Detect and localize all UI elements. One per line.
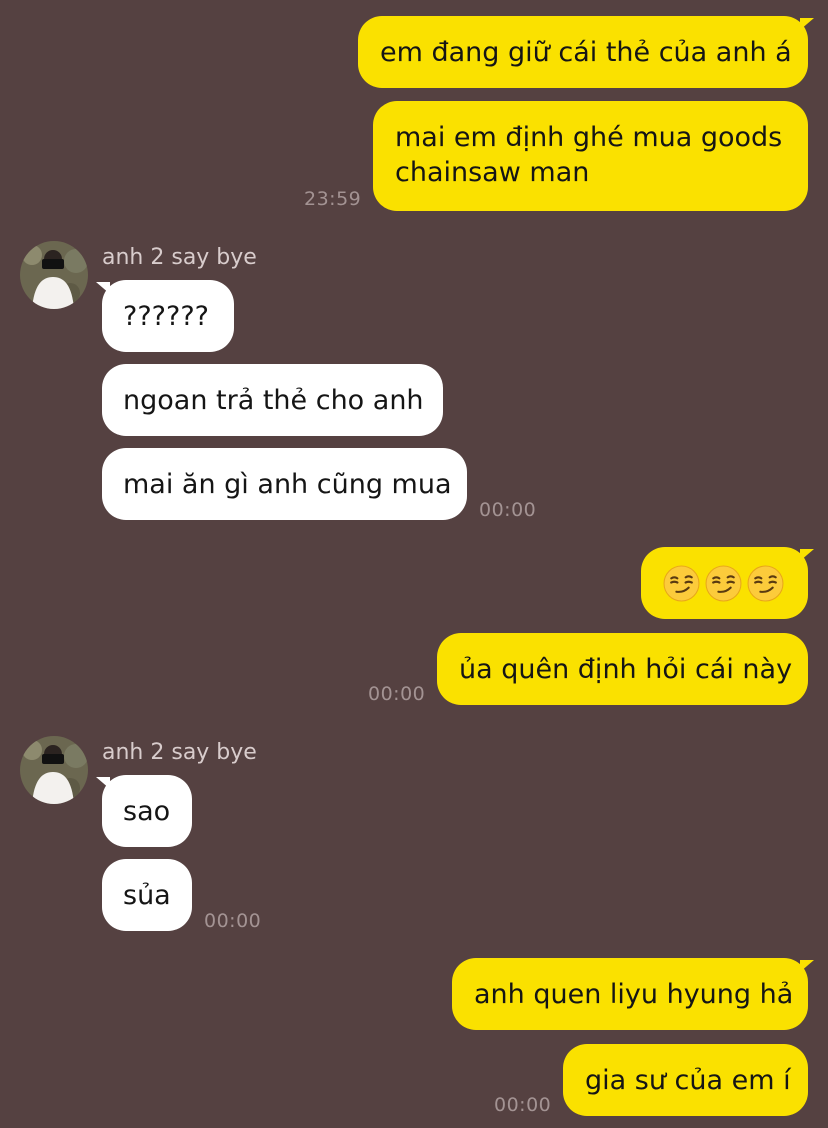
sender-name: anh 2 say bye: [102, 740, 257, 765]
contact-avatar[interactable]: [20, 241, 88, 309]
message-text: ngoan trả thẻ cho anh: [123, 384, 424, 416]
smirking-face-icon: [747, 565, 784, 602]
message-timestamp: 23:59: [304, 188, 362, 210]
outgoing-message[interactable]: mai em định ghé mua goods chainsaw man: [373, 101, 808, 211]
outgoing-message[interactable]: anh quen liyu hyung hả: [452, 958, 814, 1030]
incoming-message[interactable]: ??????: [96, 280, 234, 352]
smirking-face-icon: [663, 565, 700, 602]
incoming-message[interactable]: ngoan trả thẻ cho anh: [102, 364, 443, 436]
message-text: em đang giữ cái thẻ của anh á: [380, 36, 792, 68]
message-text: ??????: [123, 300, 209, 332]
message-timestamp: 00:00: [368, 683, 426, 705]
message-timestamp: 00:00: [479, 499, 537, 521]
outgoing-emoji-message[interactable]: [641, 547, 814, 619]
sender-name: anh 2 say bye: [102, 245, 257, 270]
avatar-photo: [20, 736, 88, 804]
message-text: anh quen liyu hyung hả: [474, 978, 794, 1010]
outgoing-message[interactable]: gia sư của em í: [563, 1044, 808, 1116]
message-text: ủa quên định hỏi cái này: [459, 653, 793, 685]
message-text: mai em định ghé mua goods chainsaw man: [395, 122, 783, 188]
outgoing-message[interactable]: ủa quên định hỏi cái này: [437, 633, 808, 705]
message-text: sao: [123, 795, 171, 827]
message-text: mai ăn gì anh cũng mua: [123, 468, 452, 500]
avatar-photo: [20, 241, 88, 309]
incoming-message[interactable]: sủa: [102, 859, 192, 931]
message-text: gia sư của em í: [585, 1064, 791, 1096]
incoming-message[interactable]: mai ăn gì anh cũng mua: [102, 448, 467, 520]
outgoing-message[interactable]: em đang giữ cái thẻ của anh á: [358, 16, 814, 88]
message-text: sủa: [123, 879, 171, 911]
contact-avatar[interactable]: [20, 736, 88, 804]
message-timestamp: 00:00: [204, 910, 262, 932]
incoming-message[interactable]: sao: [96, 775, 192, 847]
smirking-face-icon: [705, 565, 742, 602]
message-timestamp: 00:00: [494, 1094, 552, 1116]
